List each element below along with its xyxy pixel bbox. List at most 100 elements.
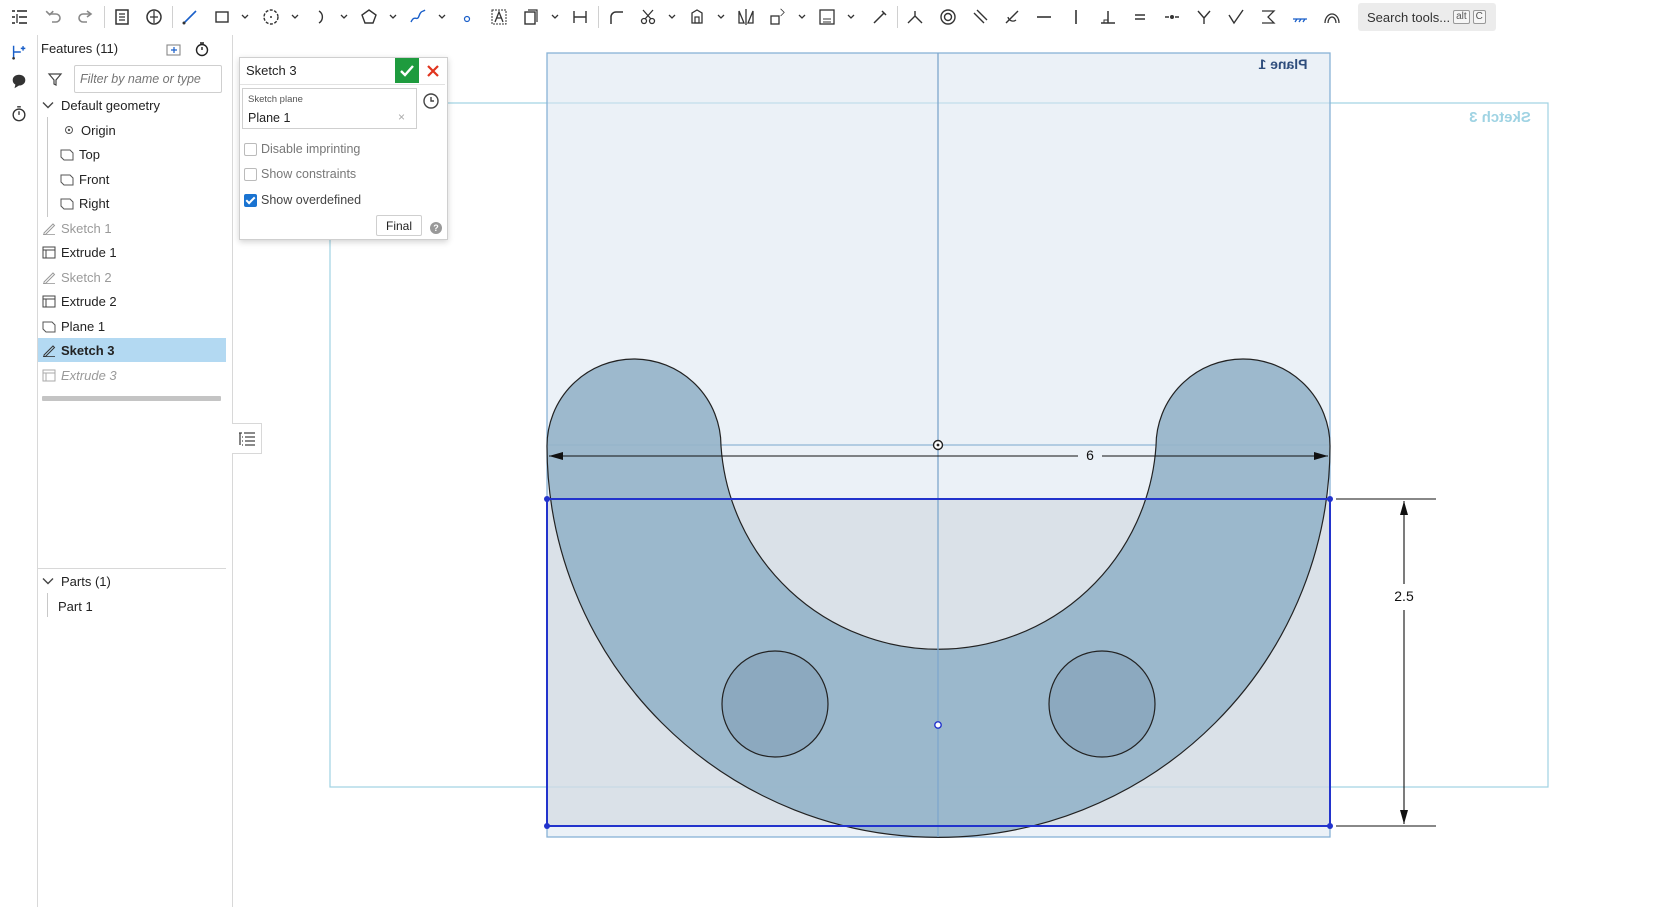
search-tools-button[interactable]: Search tools... alt C bbox=[1358, 3, 1496, 31]
redo-icon[interactable] bbox=[74, 5, 98, 29]
extrude-icon bbox=[42, 368, 56, 382]
tree-guide bbox=[47, 593, 48, 617]
feature-extrude-1[interactable]: Extrude 1 bbox=[42, 240, 230, 264]
vertical-constraint-icon[interactable] bbox=[1064, 5, 1088, 29]
chevron-down-icon[interactable] bbox=[240, 12, 250, 22]
trim-tool-icon[interactable] bbox=[636, 5, 660, 29]
disable-imprinting-option[interactable]: Disable imprinting bbox=[244, 142, 360, 156]
filter-input[interactable] bbox=[74, 65, 222, 93]
feature-origin[interactable]: Origin bbox=[62, 118, 250, 142]
sketch-point[interactable] bbox=[544, 823, 550, 829]
rollback-timer-icon[interactable] bbox=[194, 41, 210, 60]
curvature-constraint-icon[interactable] bbox=[1320, 5, 1344, 29]
parallel-constraint-icon[interactable] bbox=[968, 5, 992, 29]
chevron-down-icon[interactable] bbox=[339, 12, 349, 22]
show-constraints-checkbox[interactable] bbox=[244, 167, 257, 181]
chevron-down-icon[interactable] bbox=[388, 12, 398, 22]
plane-1-label[interactable]: Plane 1 bbox=[1237, 56, 1329, 72]
final-button[interactable]: Final bbox=[376, 215, 422, 236]
help-icon[interactable]: ? bbox=[430, 222, 442, 234]
horizontal-constraint-icon[interactable] bbox=[1032, 5, 1056, 29]
circle-tool-icon[interactable] bbox=[259, 5, 283, 29]
feature-list-toggle-icon[interactable] bbox=[7, 5, 31, 29]
feature-extrude-3[interactable]: Extrude 3 bbox=[42, 363, 230, 387]
chevron-down-icon[interactable] bbox=[42, 99, 54, 111]
part-u-shape[interactable] bbox=[546, 358, 1331, 839]
extrude-tool-icon[interactable] bbox=[142, 5, 166, 29]
mirror-tool-icon[interactable] bbox=[734, 5, 758, 29]
feature-plane-1[interactable]: Plane 1 bbox=[42, 314, 230, 338]
show-overdefined-checkbox[interactable] bbox=[244, 193, 257, 207]
spline-tool-icon[interactable] bbox=[406, 5, 430, 29]
sketch-3-label[interactable]: Sketch 3 bbox=[1456, 109, 1544, 126]
construction-tool-icon[interactable] bbox=[868, 5, 892, 29]
rollback-bar[interactable] bbox=[42, 396, 221, 401]
polygon-tool-icon[interactable] bbox=[357, 5, 381, 29]
feature-sketch-2[interactable]: Sketch 2 bbox=[42, 265, 230, 289]
feature-front[interactable]: Front bbox=[60, 167, 248, 191]
line-tool-icon[interactable] bbox=[178, 5, 202, 29]
part-item[interactable]: Part 1 bbox=[58, 594, 246, 618]
part-hole[interactable] bbox=[1048, 650, 1156, 758]
filter-icon[interactable] bbox=[47, 71, 63, 90]
fix-constraint-icon[interactable] bbox=[1288, 5, 1312, 29]
disable-imprinting-checkbox[interactable] bbox=[244, 142, 257, 156]
fillet-tool-icon[interactable] bbox=[604, 5, 628, 29]
undo-icon[interactable] bbox=[41, 5, 65, 29]
dimension-tool-icon[interactable] bbox=[568, 5, 592, 29]
feature-extrude-2[interactable]: Extrude 2 bbox=[42, 289, 230, 313]
chevron-down-icon[interactable] bbox=[797, 12, 807, 22]
sketch-point[interactable] bbox=[1327, 496, 1333, 502]
dxf-import-icon[interactable] bbox=[815, 5, 839, 29]
width-dimension-value[interactable]: 6 bbox=[1078, 447, 1102, 463]
plane-1-region bbox=[546, 52, 1331, 838]
midpoint-marker[interactable] bbox=[934, 721, 942, 729]
default-geometry-folder[interactable]: Default geometry bbox=[38, 93, 226, 117]
concentric-constraint-icon[interactable] bbox=[936, 5, 960, 29]
equal-constraint-icon[interactable] bbox=[1128, 5, 1152, 29]
add-folder-icon[interactable] bbox=[166, 42, 182, 59]
midpoint-constraint-icon[interactable] bbox=[1160, 5, 1184, 29]
part-hole[interactable] bbox=[721, 650, 829, 758]
perpendicular-constraint-icon[interactable] bbox=[1096, 5, 1120, 29]
sketch-point[interactable] bbox=[1327, 823, 1333, 829]
chevron-down-icon[interactable] bbox=[290, 12, 300, 22]
image-tool-icon[interactable] bbox=[519, 5, 543, 29]
new-sketch-icon[interactable] bbox=[110, 5, 134, 29]
show-overdefined-option[interactable]: Show overdefined bbox=[244, 193, 361, 207]
use-tool-icon[interactable] bbox=[685, 5, 709, 29]
coincident-constraint-icon[interactable] bbox=[903, 5, 927, 29]
feature-right[interactable]: Right bbox=[60, 191, 248, 215]
accept-button[interactable] bbox=[395, 58, 419, 83]
pierce-constraint-icon[interactable] bbox=[1224, 5, 1248, 29]
comments-icon[interactable] bbox=[6, 68, 32, 94]
normal-constraint-icon[interactable] bbox=[1192, 5, 1216, 29]
insert-mates-icon[interactable] bbox=[6, 39, 32, 65]
text-tool-icon[interactable] bbox=[487, 5, 511, 29]
point-tool-icon[interactable] bbox=[455, 5, 479, 29]
show-constraints-option[interactable]: Show constraints bbox=[244, 167, 356, 181]
height-dimension-value[interactable]: 2.5 bbox=[1386, 588, 1422, 604]
sketch-plane-field[interactable]: Sketch plane Plane 1 × bbox=[242, 88, 417, 129]
feature-sketch-1[interactable]: Sketch 1 bbox=[42, 216, 230, 240]
panel-toggle-button[interactable] bbox=[232, 423, 262, 454]
history-timer-icon[interactable] bbox=[6, 101, 32, 127]
feature-sketch-3[interactable]: Sketch 3 bbox=[38, 338, 226, 362]
transform-tool-icon[interactable] bbox=[766, 5, 790, 29]
chevron-down-icon[interactable] bbox=[716, 12, 726, 22]
chevron-down-icon[interactable] bbox=[42, 575, 54, 587]
cancel-button[interactable] bbox=[423, 61, 443, 81]
chevron-down-icon[interactable] bbox=[667, 12, 677, 22]
parts-folder[interactable]: Parts (1) bbox=[38, 569, 226, 593]
chevron-down-icon[interactable] bbox=[550, 12, 560, 22]
history-clock-icon[interactable] bbox=[422, 92, 440, 113]
sketch-point[interactable] bbox=[544, 496, 550, 502]
chevron-down-icon[interactable] bbox=[846, 12, 856, 22]
feature-top[interactable]: Top bbox=[60, 142, 248, 166]
chevron-down-icon[interactable] bbox=[437, 12, 447, 22]
symmetric-constraint-icon[interactable] bbox=[1256, 5, 1280, 29]
arc-tool-icon[interactable] bbox=[308, 5, 332, 29]
tangent-constraint-icon[interactable] bbox=[1000, 5, 1024, 29]
rectangle-tool-icon[interactable] bbox=[210, 5, 234, 29]
clear-selection-icon[interactable]: × bbox=[398, 110, 405, 124]
